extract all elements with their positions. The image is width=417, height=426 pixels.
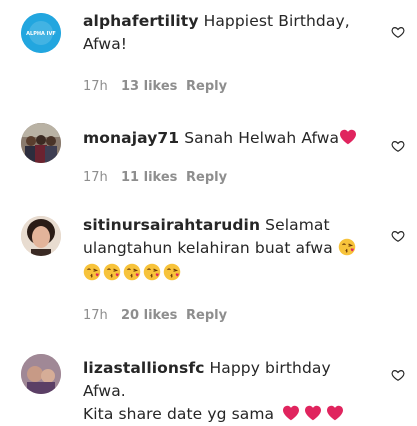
reply-button[interactable]: Reply — [186, 170, 227, 185]
avatar-photo — [21, 123, 61, 163]
comment-meta: 17h 11 likes Reply — [83, 170, 227, 185]
kissing-face-emoji — [83, 263, 101, 281]
red-heart-emoji — [340, 129, 357, 145]
kissing-face-emoji — [123, 263, 141, 281]
comment-item: lizastallionsfc Happy birthday Afwa. Kit… — [0, 340, 417, 423]
likes-count[interactable]: 20 likes — [121, 308, 186, 323]
avatar[interactable] — [21, 123, 61, 163]
kissing-face-emoji — [163, 263, 181, 281]
comment-item: monajay71 Sanah Helwah Afwa 17h 11 likes… — [0, 110, 417, 200]
comment-text: sitinursairahtarudin Selamat ulangtahun … — [83, 214, 377, 285]
avatar[interactable] — [21, 216, 61, 256]
comment-text-line: Happiest Birthday, — [203, 12, 350, 30]
kissing-face-emoji — [103, 263, 121, 281]
likes-count[interactable]: 13 likes — [121, 79, 186, 94]
emoji-row — [83, 262, 183, 285]
comment-item: sitinursairahtarudin Selamat ulangtahun … — [0, 200, 417, 340]
username[interactable]: monajay71 — [83, 129, 179, 147]
kissing-face-emoji — [143, 263, 161, 281]
comment-meta: 17h 20 likes Reply — [83, 308, 227, 323]
comment-meta: 17h 13 likes Reply — [83, 79, 227, 94]
alphafertility-logo: ALPHA IVF — [21, 13, 61, 53]
likes-count[interactable]: 11 likes — [121, 170, 186, 185]
comment-text-line: Selamat — [265, 216, 330, 234]
avatar-photo — [21, 216, 61, 256]
username[interactable]: alphafertility — [83, 12, 199, 30]
reply-button[interactable]: Reply — [186, 79, 227, 94]
like-heart-outline-icon[interactable] — [391, 368, 405, 382]
timestamp: 17h — [83, 79, 108, 94]
like-heart-outline-icon[interactable] — [391, 139, 405, 153]
kissing-face-emoji — [338, 238, 356, 256]
svg-text:ALPHA IVF: ALPHA IVF — [26, 31, 56, 37]
timestamp: 17h — [83, 308, 108, 323]
reply-button[interactable]: Reply — [186, 308, 227, 323]
comment-text: lizastallionsfc Happy birthday Afwa. Kit… — [83, 357, 377, 426]
username[interactable]: lizastallionsfc — [83, 359, 204, 377]
like-heart-outline-icon[interactable] — [391, 25, 405, 39]
avatar[interactable]: ALPHA IVF — [21, 13, 61, 53]
comment-text: monajay71 Sanah Helwah Afwa — [83, 127, 377, 150]
comment-item: ALPHA IVF alphafertility Happiest Birthd… — [0, 0, 417, 110]
username[interactable]: sitinursairahtarudin — [83, 216, 260, 234]
comment-text-line: ulangtahun kelahiran buat afwa — [83, 239, 333, 257]
comment-text-line: Afwa! — [83, 35, 128, 53]
avatar[interactable] — [21, 354, 61, 394]
red-heart-emoji — [327, 405, 344, 421]
timestamp: 17h — [83, 170, 108, 185]
red-heart-emoji — [283, 405, 300, 421]
comment-text: alphafertility Happiest Birthday, Afwa! — [83, 10, 377, 56]
avatar-photo — [21, 354, 61, 394]
like-heart-outline-icon[interactable] — [391, 229, 405, 243]
comment-text-line: Sanah Helwah Afwa — [184, 129, 340, 147]
red-heart-emoji — [305, 405, 322, 421]
